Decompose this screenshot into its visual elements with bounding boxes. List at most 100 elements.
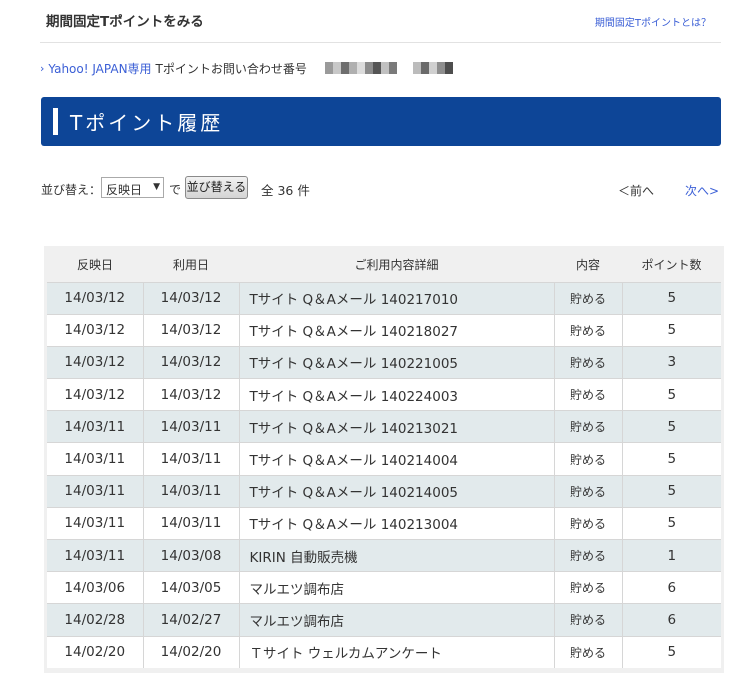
header-detail: ご利用内容詳細 [239, 248, 554, 282]
table-header-row: 反映日 利用日 ご利用内容詳細 内容 ポイント数 [47, 248, 721, 282]
sort-select[interactable]: 反映日 ▼ [101, 177, 164, 198]
cell-points: 5 [622, 281, 721, 315]
table-row: 14/03/11 14/03/11 Tサイト Q＆Aメール 140214005 貯める… [47, 474, 721, 508]
cell-reflect-date: 14/03/12 [47, 345, 144, 379]
table-row: 14/03/11 14/03/08 KIRIN 自動販売機 貯める 1 [47, 538, 721, 572]
about-fixed-period-points-link[interactable]: 期間固定Tポイントとは？ [595, 14, 711, 29]
sort-controls: 並び替え： 反映日 ▼ で 並び替える 全 36 件 ＜前へ 次へ> [41, 176, 721, 199]
cell-use-date: 14/03/12 [143, 313, 240, 347]
cell-points: 5 [622, 635, 721, 669]
cell-kind: 貯める [554, 571, 623, 604]
cell-reflect-date: 14/02/28 [47, 603, 144, 637]
points-history-table: 反映日 利用日 ご利用内容詳細 内容 ポイント数 14/03/12 14/03/1… [47, 248, 721, 669]
cell-detail: Tサイト Q＆Aメール 140213021 [239, 410, 555, 443]
cell-detail: Tサイト Q＆Aメール 140224003 [239, 378, 555, 411]
cell-reflect-date: 14/03/11 [47, 506, 144, 540]
cell-detail: Tサイト Q＆Aメール 140213004 [239, 506, 555, 540]
cell-kind: 貯める [554, 506, 623, 540]
header-kind: 内容 [554, 248, 622, 282]
cell-points: 5 [622, 506, 721, 540]
sort-button[interactable]: 並び替える [185, 176, 248, 199]
cell-kind: 貯める [554, 603, 623, 637]
cell-points: 1 [622, 538, 721, 572]
cell-detail: KIRIN 自動販売機 [239, 538, 555, 572]
table-row: 14/03/11 14/03/11 Tサイト Q＆Aメール 140213004 貯める… [47, 506, 721, 540]
cell-detail: Tサイト Q＆Aメール 140214005 [239, 474, 555, 508]
sort-label: 並び替え： [41, 183, 102, 197]
total-count: 全 36 件 [261, 183, 310, 198]
cell-detail: Tサイト Q＆Aメール 140217010 [239, 281, 555, 315]
cell-use-date: 14/03/11 [143, 474, 240, 508]
inquiry-number-label: Tポイントお問い合わせ番号 [155, 61, 307, 76]
cell-detail: マルエツ調布店 [239, 603, 555, 637]
cell-kind: 貯める [554, 313, 623, 347]
table-row: 14/03/06 14/03/05 マルエツ調布店 貯める 6 [47, 571, 721, 604]
cell-points: 6 [622, 603, 721, 637]
cell-detail: マルエツ調布店 [239, 571, 555, 604]
cell-kind: 貯める [554, 378, 623, 411]
cell-points: 5 [622, 410, 721, 443]
cell-kind: 貯める [554, 474, 623, 508]
page-header: 期間固定Tポイントをみる 期間固定Tポイントとは？ [40, 0, 721, 43]
cell-reflect-date: 14/03/12 [47, 378, 144, 411]
header-reflect-date: 反映日 [47, 248, 143, 282]
points-history-banner: Tポイント履歴 [41, 97, 721, 146]
cell-reflect-date: 14/03/12 [47, 313, 144, 347]
table-row: 14/03/11 14/03/11 Tサイト Q＆Aメール 140214004 貯める… [47, 442, 721, 476]
cell-reflect-date: 14/03/11 [47, 474, 144, 508]
cell-points: 5 [622, 474, 721, 508]
cell-reflect-date: 14/03/11 [47, 410, 144, 443]
cell-reflect-date: 14/03/12 [47, 281, 144, 315]
cell-use-date: 14/03/12 [143, 345, 240, 379]
sort-select-value: 反映日 [106, 183, 143, 197]
cell-reflect-date: 14/03/06 [47, 571, 144, 604]
cell-reflect-date: 14/02/20 [47, 635, 144, 669]
cell-points: 6 [622, 571, 721, 604]
cell-use-date: 14/03/11 [143, 410, 240, 443]
inquiry-number-row: › Yahoo! JAPAN専用 Tポイントお問い合わせ番号 [40, 59, 453, 77]
cell-detail: Tサイト Q＆Aメール 140214004 [239, 442, 555, 476]
cell-use-date: 14/03/12 [143, 378, 240, 411]
table-row: 14/02/28 14/02/27 マルエツ調布店 貯める 6 [47, 603, 721, 637]
cell-kind: 貯める [554, 281, 623, 315]
history-table-container: 反映日 利用日 ご利用内容詳細 内容 ポイント数 14/03/12 14/03/1… [44, 246, 724, 673]
cell-kind: 貯める [554, 410, 623, 443]
banner-accent-bar [53, 108, 58, 135]
table-row: 14/03/12 14/03/12 Tサイト Q＆Aメール 140217010 貯める… [47, 281, 721, 315]
prev-page-link[interactable]: ＜前へ [618, 182, 654, 199]
cell-detail: Tサイト Q＆Aメール 140221005 [239, 345, 555, 379]
cell-kind: 貯める [554, 442, 623, 476]
cell-points: 5 [622, 442, 721, 476]
chevron-down-icon: ▼ [153, 182, 160, 192]
redacted-number [323, 62, 453, 74]
table-row: 14/02/20 14/02/20 Ｔサイト ウェルカムアンケート 貯める 5 [47, 635, 721, 669]
page-title: 期間固定Tポイントをみる [46, 14, 204, 30]
yahoo-japan-link[interactable]: Yahoo! JAPAN専用 [48, 60, 151, 77]
chevron-right-icon: › [40, 61, 45, 75]
cell-kind: 貯める [554, 538, 623, 572]
cell-points: 5 [622, 378, 721, 411]
banner-title: Tポイント履歴 [70, 111, 224, 135]
cell-use-date: 14/03/11 [143, 442, 240, 476]
cell-use-date: 14/02/27 [143, 603, 240, 637]
cell-use-date: 14/03/05 [143, 571, 240, 604]
table-row: 14/03/12 14/03/12 Tサイト Q＆Aメール 140221005 貯める… [47, 345, 721, 379]
cell-points: 5 [622, 313, 721, 347]
sort-by-label: で [169, 183, 182, 197]
next-page-link[interactable]: 次へ> [685, 182, 719, 199]
cell-reflect-date: 14/03/11 [47, 538, 144, 572]
cell-detail: Ｔサイト ウェルカムアンケート [239, 635, 555, 669]
cell-detail: Tサイト Q＆Aメール 140218027 [239, 313, 555, 347]
header-use-date: 利用日 [143, 248, 239, 282]
cell-use-date: 14/03/08 [143, 538, 240, 572]
header-points: ポイント数 [622, 248, 721, 282]
cell-use-date: 14/02/20 [143, 635, 240, 669]
cell-points: 3 [622, 345, 721, 379]
cell-kind: 貯める [554, 345, 623, 379]
cell-kind: 貯める [554, 635, 623, 669]
cell-use-date: 14/03/11 [143, 506, 240, 540]
cell-reflect-date: 14/03/11 [47, 442, 144, 476]
cell-use-date: 14/03/12 [143, 281, 240, 315]
table-row: 14/03/12 14/03/12 Tサイト Q＆Aメール 140218027 貯める… [47, 313, 721, 347]
table-row: 14/03/11 14/03/11 Tサイト Q＆Aメール 140213021 貯める… [47, 410, 721, 443]
